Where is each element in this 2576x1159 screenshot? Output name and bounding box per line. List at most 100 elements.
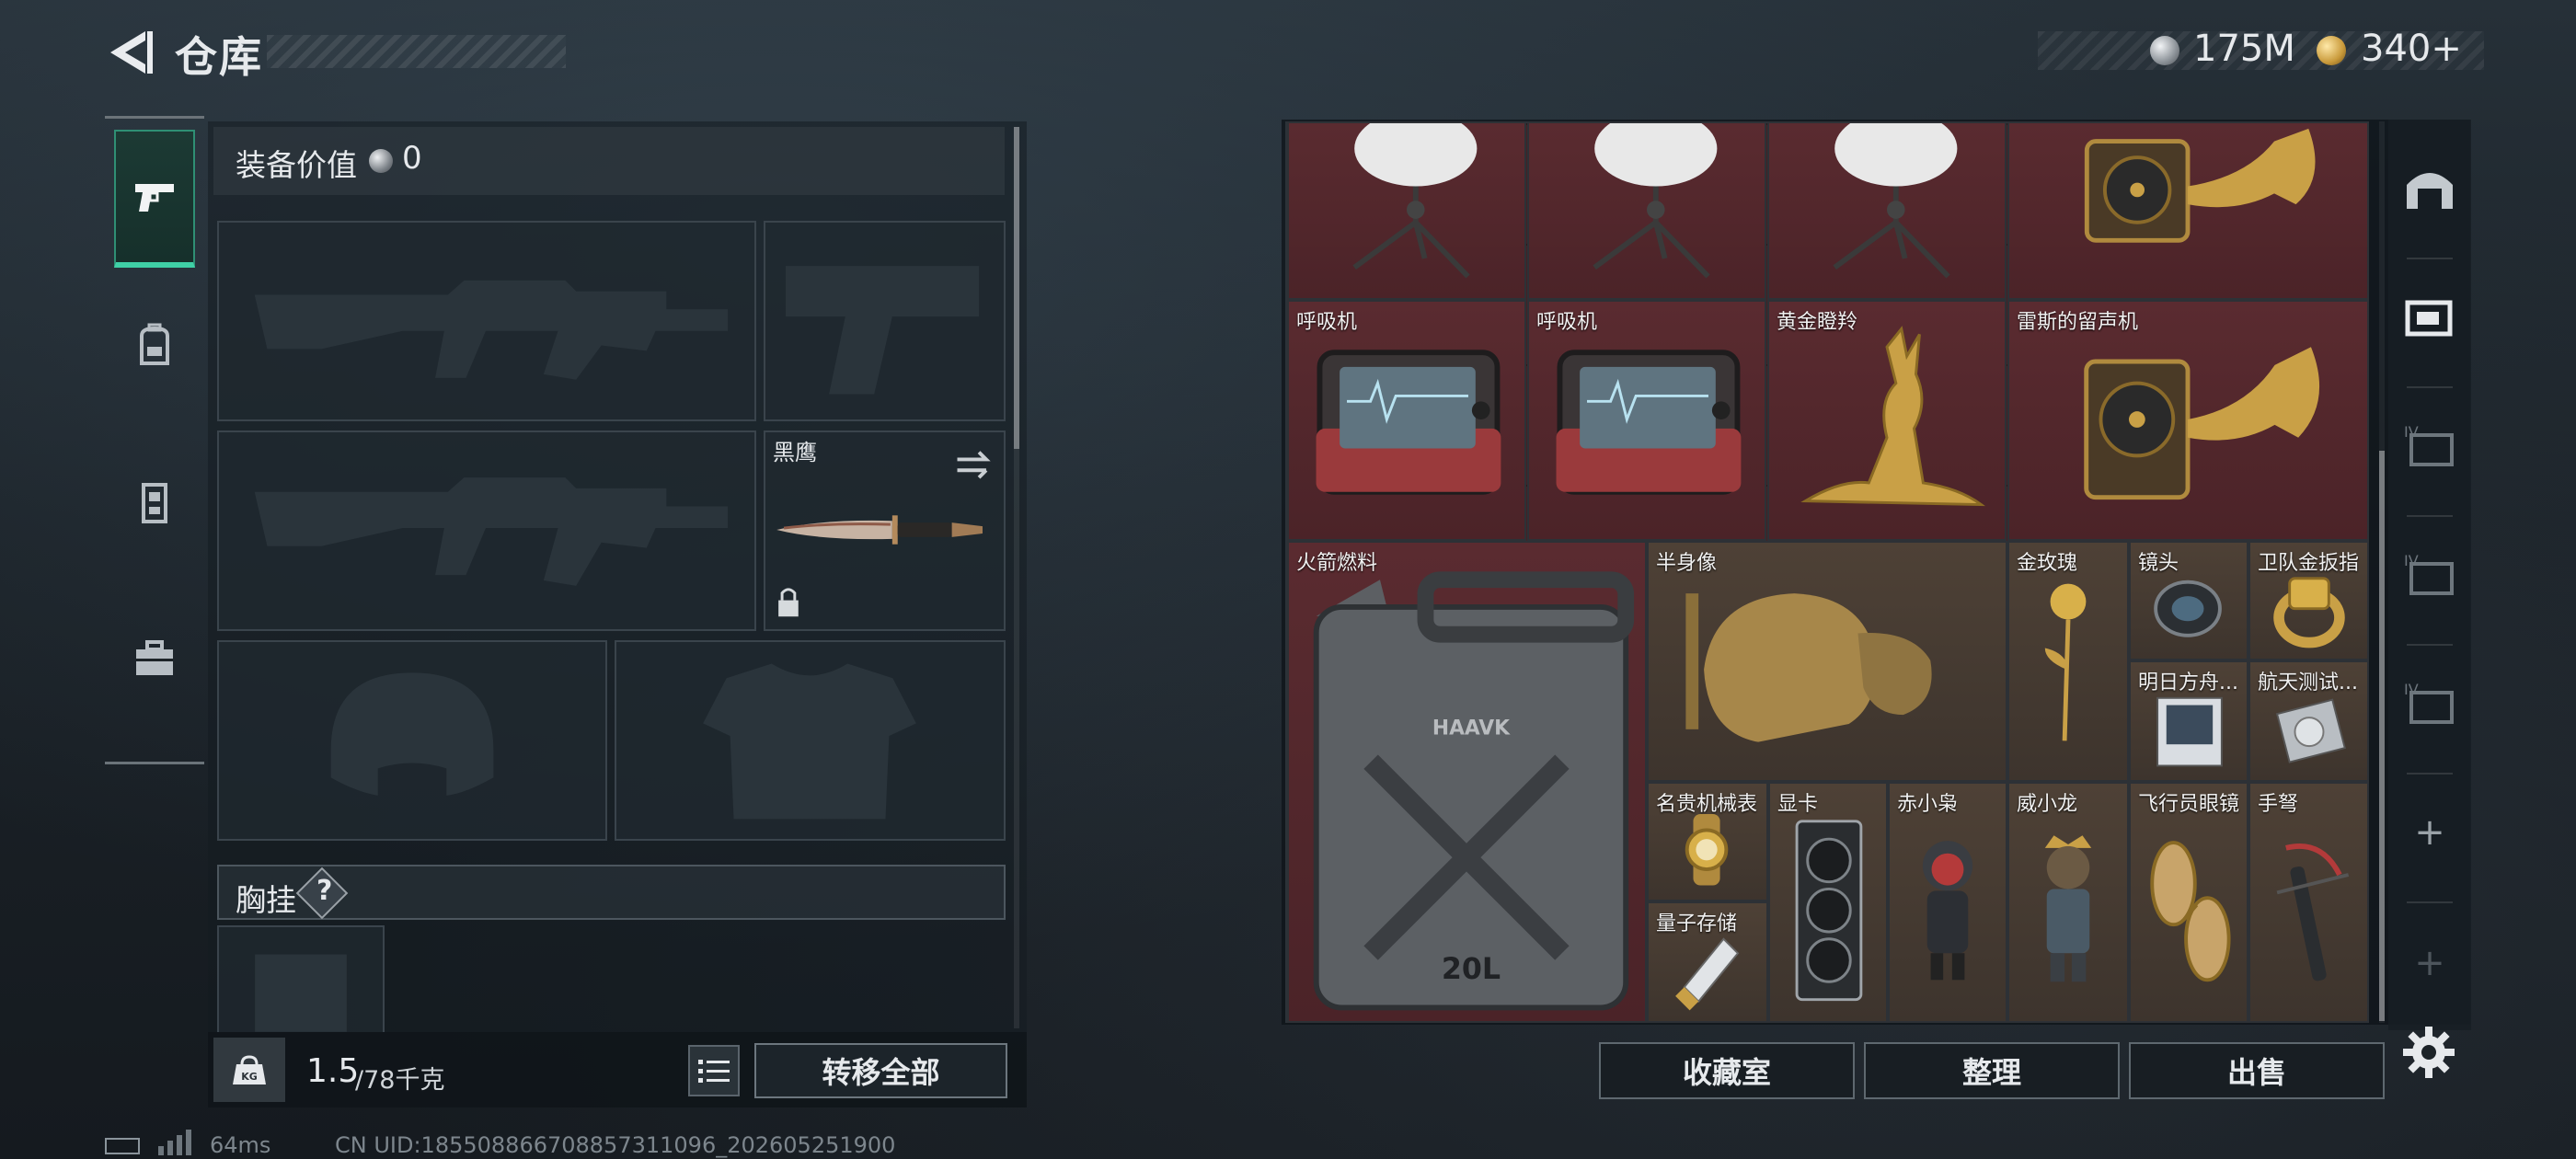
stash-item[interactable]: 黄金瞪羚 (1767, 300, 2007, 541)
settings-gear-icon[interactable] (2399, 1023, 2458, 1082)
stash-item[interactable] (1287, 121, 1526, 300)
battery-icon (105, 1138, 140, 1154)
pistol-icon (135, 184, 174, 212)
organize-button[interactable]: 整理 (1864, 1042, 2120, 1099)
weight-current: 1.5 (306, 1052, 360, 1090)
camera-lens-icon (2154, 580, 2222, 637)
helmet-silhouette-icon (330, 672, 494, 796)
stash-item[interactable]: 量子存储 (1647, 901, 1768, 1023)
aviator-glasses-icon (2150, 841, 2231, 982)
stash-item[interactable]: 明日方舟... (2129, 660, 2248, 782)
weight-icon: KG (213, 1038, 285, 1102)
equipment-value-label: 装备价值 (236, 147, 357, 183)
add-stash-page-button-disabled[interactable]: + (2398, 931, 2462, 995)
page-title: 仓库 (175, 32, 263, 82)
collection-room-button[interactable]: 收藏室 (1599, 1042, 1855, 1099)
silver-coin-icon (369, 149, 393, 173)
tab-roman-numeral: IV (2404, 552, 2419, 569)
stash-item[interactable] (1527, 121, 1766, 300)
melee-item-name: 黑鹰 (773, 440, 817, 465)
case-icon (136, 640, 173, 675)
gold-coin-icon (2317, 36, 2346, 65)
gramophone-icon (2084, 347, 2320, 500)
hard-drive-icon (2275, 698, 2346, 763)
chest-rig-slot[interactable] (217, 925, 385, 1032)
satellite-dish-icon (1352, 123, 1478, 279)
gold-currency-value[interactable]: 340+ (2361, 28, 2462, 70)
rifle-silhouette-icon (254, 280, 729, 380)
sell-button[interactable]: 出售 (2129, 1042, 2385, 1099)
title-decoration (267, 35, 566, 68)
album-icon (2156, 696, 2223, 767)
list-icon (698, 1060, 730, 1083)
gramophone-icon (2084, 128, 2316, 243)
ping-value: 64ms (210, 1132, 271, 1158)
stash-page-iv-icon: IV (2404, 423, 2454, 466)
tab-case[interactable] (114, 590, 195, 728)
tab-roman-numeral: IV (2404, 423, 2419, 441)
stash-item[interactable]: 手弩 (2248, 782, 2369, 1023)
silver-coin-icon (2150, 36, 2179, 65)
add-stash-page-button[interactable]: + (2398, 800, 2462, 865)
backpack-icon (140, 323, 169, 365)
stash-page-iv-icon: IV (2404, 552, 2454, 595)
stash-item[interactable]: 显卡 (1768, 782, 1888, 1023)
stash-item[interactable]: 飞行员眼镜 (2129, 782, 2248, 1023)
ventilator-icon (1556, 350, 1742, 495)
satellite-dish-icon (1593, 123, 1718, 279)
stash-home-tab[interactable] (2398, 156, 2462, 221)
stash-item[interactable] (2007, 121, 2369, 300)
stash-item[interactable]: 呼吸机 (1287, 300, 1526, 541)
stash-item[interactable]: 金玫瑰 (2007, 541, 2129, 782)
stash-item[interactable]: 航天测试... (2248, 660, 2369, 782)
stash-page-tab-1[interactable] (2398, 285, 2462, 350)
stash-page-iv-icon: IV (2404, 681, 2454, 724)
stash-item[interactable]: 镜头 (2129, 541, 2248, 660)
jerrycan-brand: HAAVK (1432, 717, 1511, 740)
tab-roman-numeral: IV (2404, 681, 2419, 698)
satellite-dish-icon (1833, 123, 1958, 279)
sidearm-slot[interactable] (764, 221, 1006, 421)
stash-home-icon (2407, 173, 2453, 209)
chest-rig-label: 胸挂 (236, 882, 296, 918)
stash-item[interactable]: 威小龙 (2007, 782, 2129, 1023)
soldier-figure-icon (2044, 835, 2092, 982)
gold-rose-icon (2044, 583, 2087, 741)
stash-item[interactable] (1767, 121, 2007, 300)
signal-icon (158, 1130, 191, 1155)
stash-page-tab-3[interactable]: IV (2398, 543, 2462, 607)
armor-slot[interactable] (615, 640, 1006, 841)
stash-page-tab-2[interactable]: IV (2398, 414, 2462, 478)
vest-icon (142, 483, 167, 523)
helmet-slot[interactable] (217, 640, 607, 841)
transfer-all-button[interactable]: 转移全部 (754, 1043, 1007, 1098)
stash-item[interactable]: 半身像 (1647, 541, 2007, 782)
hand-crossbow-icon (2276, 843, 2350, 981)
ventilator-icon (1316, 350, 1501, 495)
help-icon-mark: ? (316, 875, 333, 907)
equipment-value: 0 (402, 140, 422, 177)
pistol-silhouette-icon (786, 266, 980, 395)
usb-drive-icon (1675, 937, 1740, 1011)
stash-page-tab-4[interactable]: IV (2398, 671, 2462, 736)
stash-item[interactable]: 卫队金扳指 (2248, 541, 2369, 660)
stash-item[interactable]: 雷斯的留声机 (2007, 300, 2369, 541)
jerrycan-icon: HAAVK 20L (1313, 571, 1635, 1011)
weight-capacity: /78千克 (355, 1066, 445, 1095)
tab-weapons[interactable] (114, 130, 195, 268)
stash-scrollbar-thumb[interactable] (2379, 451, 2385, 1021)
tab-backpack[interactable] (114, 277, 195, 415)
stash-item[interactable]: 名贵机械表 (1647, 782, 1768, 901)
stash-item[interactable]: 火箭燃料 HAAVK 20L (1287, 541, 1647, 1023)
graphics-card-icon (1795, 820, 1863, 1002)
secondary-weapon-slot[interactable] (217, 430, 756, 631)
list-view-button[interactable] (688, 1045, 740, 1096)
bust-statue-icon (1685, 593, 1932, 742)
rifle-silhouette-icon (254, 477, 729, 586)
loadout-scrollbar-thumb[interactable] (1014, 127, 1019, 449)
tab-vest[interactable] (114, 433, 195, 571)
stash-item[interactable]: 呼吸机 (1527, 300, 1766, 541)
primary-weapon-slot[interactable] (217, 221, 756, 421)
stash-item[interactable]: 赤小枭 (1888, 782, 2007, 1023)
back-button[interactable] (103, 26, 156, 79)
